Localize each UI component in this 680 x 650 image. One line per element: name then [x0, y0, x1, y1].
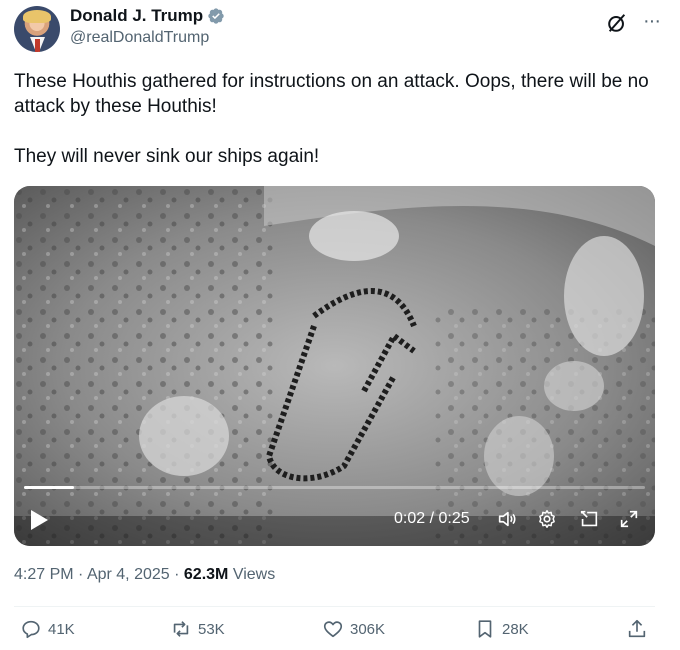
handle[interactable]: @realDonaldTrump	[70, 29, 209, 47]
repost-count: 53K	[198, 620, 225, 638]
video-player[interactable]: 0:02 / 0:25	[14, 186, 655, 546]
meta-separator: ·	[78, 566, 84, 583]
grok-icon[interactable]	[606, 12, 628, 34]
divider	[14, 606, 655, 607]
views-label: Views	[232, 566, 276, 583]
post-time[interactable]: 4:27 PM	[14, 566, 74, 583]
action-bar: 41K 53K 306K 28K	[14, 618, 655, 648]
verified-badge-icon[interactable]	[207, 7, 225, 25]
like-count: 306K	[350, 620, 386, 638]
post-date[interactable]: Apr 4, 2025	[87, 566, 170, 583]
reply-icon	[22, 620, 40, 639]
share-button[interactable]	[626, 618, 648, 640]
video-frame	[14, 186, 655, 546]
bookmark-button[interactable]: 28K	[474, 618, 529, 640]
meta-separator: ·	[174, 566, 180, 583]
avatar[interactable]	[14, 6, 60, 52]
video-progress-bar[interactable]	[24, 486, 645, 489]
post-meta: 4:27 PM · Apr 4, 2025 · 62.3M Views	[14, 566, 275, 584]
views-count: 62.3M	[183, 566, 229, 583]
reply-count: 41K	[48, 620, 75, 638]
repost-icon	[173, 621, 189, 637]
post-header: Donald J. Trump @realDonaldTrump ···	[14, 6, 664, 58]
heart-icon	[323, 621, 343, 638]
like-button[interactable]: 306K	[322, 618, 385, 640]
post-paragraph-1: These Houthis gathered for instructions …	[14, 71, 649, 117]
avatar-tie	[35, 39, 40, 52]
play-icon[interactable]	[28, 508, 50, 532]
picture-in-picture-icon[interactable]	[578, 508, 600, 530]
display-name[interactable]: Donald J. Trump	[70, 6, 203, 26]
video-time: 0:02 / 0:25	[394, 510, 470, 527]
bookmark-icon	[478, 620, 492, 638]
name-row: Donald J. Trump	[70, 6, 225, 26]
post-paragraph-2: They will never sink our ships again!	[14, 146, 320, 167]
share-icon	[628, 619, 646, 638]
repost-button[interactable]: 53K	[170, 618, 225, 640]
volume-icon[interactable]	[496, 508, 518, 530]
bookmark-count: 28K	[502, 620, 529, 638]
settings-gear-icon[interactable]	[536, 508, 558, 530]
more-icon[interactable]: ···	[643, 11, 661, 31]
avatar-hair	[23, 10, 51, 23]
video-progress-fill	[24, 486, 74, 489]
reply-button[interactable]: 41K	[20, 618, 75, 640]
fullscreen-icon[interactable]	[618, 508, 640, 530]
post-text: These Houthis gathered for instructions …	[14, 69, 664, 169]
